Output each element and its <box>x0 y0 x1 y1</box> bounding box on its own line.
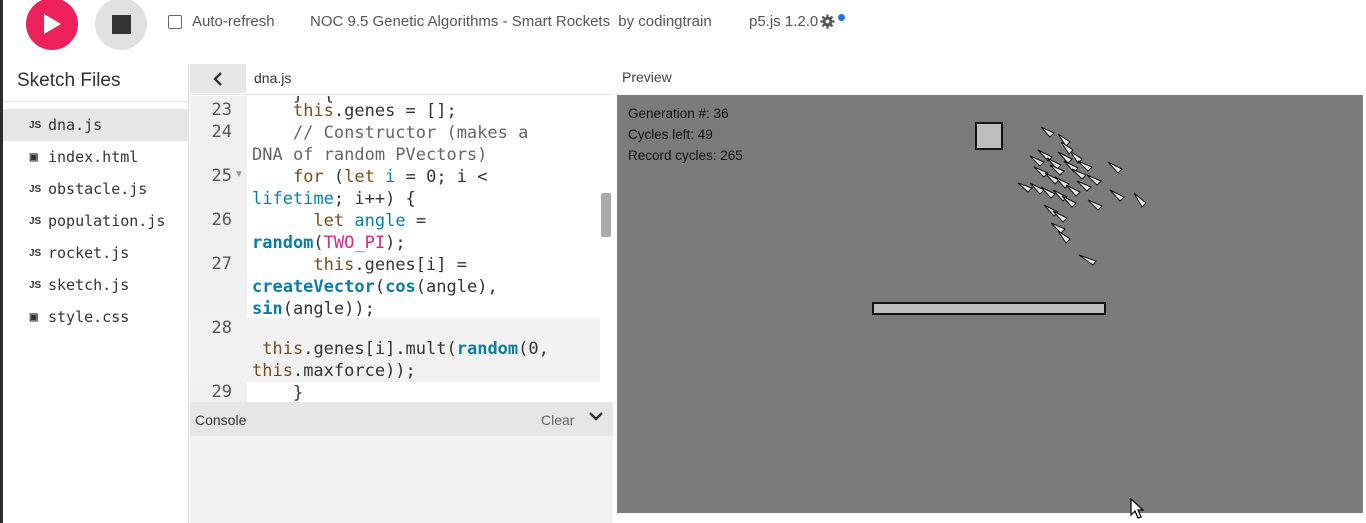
gear-icon[interactable] <box>820 14 835 29</box>
editor-scrollbar[interactable] <box>601 193 611 237</box>
console-title: Console <box>195 412 247 428</box>
js-file-icon: JS <box>29 279 42 291</box>
file-item-sketch[interactable]: JS sketch.js <box>3 269 188 301</box>
auto-refresh-checkbox[interactable] <box>168 14 182 29</box>
line-number: 24 <box>211 122 232 142</box>
line-number: 25 <box>211 166 232 186</box>
console-output[interactable] <box>190 436 613 523</box>
preview-label: Preview <box>622 69 672 85</box>
play-icon <box>44 14 61 34</box>
file-name: rocket.js <box>48 244 130 262</box>
auto-refresh-toggle[interactable]: Auto-refresh <box>168 13 275 30</box>
code-text: let angle = random(TWO_PI); <box>252 211 427 253</box>
project-title[interactable]: NOC 9.5 Genetic Algorithms - Smart Rocke… <box>310 13 712 30</box>
file-item-index[interactable]: ▣ index.html <box>3 141 188 173</box>
rockets-swarm <box>1017 126 1147 266</box>
file-item-rocket[interactable]: JS rocket.js <box>3 237 188 269</box>
line-number: 28 <box>211 318 232 338</box>
console-header: Console Clear <box>190 402 613 436</box>
mouse-cursor-icon <box>1130 498 1145 519</box>
sidebar-title: Sketch Files <box>3 64 188 102</box>
file-item-dna[interactable]: JS dna.js <box>3 109 188 141</box>
editor-header: dna.js <box>190 64 613 95</box>
toolbar: Auto-refresh NOC 9.5 Genetic Algorithms … <box>3 0 1366 64</box>
file-name: population.js <box>48 212 166 230</box>
code-text: for (let i = 0; i < lifetime; i++) { <box>252 167 488 209</box>
sketch-canvas[interactable]: Generation #: 36 Cycles left: 49 Record … <box>617 95 1363 513</box>
file-name: index.html <box>48 148 139 166</box>
stop-button[interactable] <box>95 0 147 50</box>
js-file-icon: JS <box>29 183 42 195</box>
stop-icon <box>111 14 131 34</box>
code-line-active: 28 this.genes[i].mult(random(0, this.max… <box>190 318 600 382</box>
fold-icon[interactable]: ▼ <box>234 169 244 180</box>
sketch-files-sidebar: Sketch Files JS dna.js ▣ index.html JS o… <box>3 64 189 523</box>
js-file-icon: JS <box>29 215 42 227</box>
console-collapse-button[interactable] <box>588 409 604 427</box>
file-item-population[interactable]: JS population.js <box>3 205 188 237</box>
code-text: } <box>252 383 304 402</box>
editor-tab-name: dna.js <box>254 70 292 86</box>
file-name: dna.js <box>48 116 103 134</box>
project-name[interactable]: NOC 9.5 Genetic Algorithms - Smart Rocke… <box>310 13 610 30</box>
code-text: this.genes = []; <box>292 101 457 121</box>
code-text: this.genes[i].mult(random(0, this.maxfor… <box>252 339 549 381</box>
version-label: p5.js 1.2.0 <box>749 13 819 30</box>
code-editor[interactable]: } { 23 this.genes = []; 24 // Constructo… <box>190 96 613 402</box>
file-item-obstacle[interactable]: JS obstacle.js <box>3 173 188 205</box>
line-number: 23 <box>211 100 232 120</box>
chevron-down-icon <box>589 412 603 421</box>
js-file-icon: JS <box>29 247 42 259</box>
html-file-icon: ▣ <box>29 151 39 163</box>
line-number: 27 <box>211 254 232 274</box>
file-name: style.css <box>48 308 130 326</box>
project-by: by <box>618 13 635 30</box>
line-number: 26 <box>211 210 232 230</box>
code-text: // Constructor (makes a DNA of random PV… <box>252 123 529 165</box>
code-text: this.genes[i] = createVector(cos(angle),… <box>252 255 498 319</box>
line-number: 29 <box>211 382 232 402</box>
chevron-left-icon <box>213 71 222 86</box>
play-button[interactable] <box>26 0 78 50</box>
update-dot <box>838 14 846 21</box>
file-name: sketch.js <box>48 276 130 294</box>
file-name: obstacle.js <box>48 180 148 198</box>
file-item-style[interactable]: ▣ style.css <box>3 301 188 333</box>
console-clear-button[interactable]: Clear <box>541 412 574 428</box>
project-author[interactable]: codingtrain <box>638 13 711 30</box>
auto-refresh-label: Auto-refresh <box>192 13 275 30</box>
js-file-icon: JS <box>29 119 42 131</box>
css-file-icon: ▣ <box>29 311 39 323</box>
version-indicator[interactable]: p5.js 1.2.0 <box>749 13 846 30</box>
collapse-sidebar-button[interactable] <box>190 64 246 93</box>
p5-editor-app: Auto-refresh NOC 9.5 Genetic Algorithms … <box>0 0 1366 523</box>
